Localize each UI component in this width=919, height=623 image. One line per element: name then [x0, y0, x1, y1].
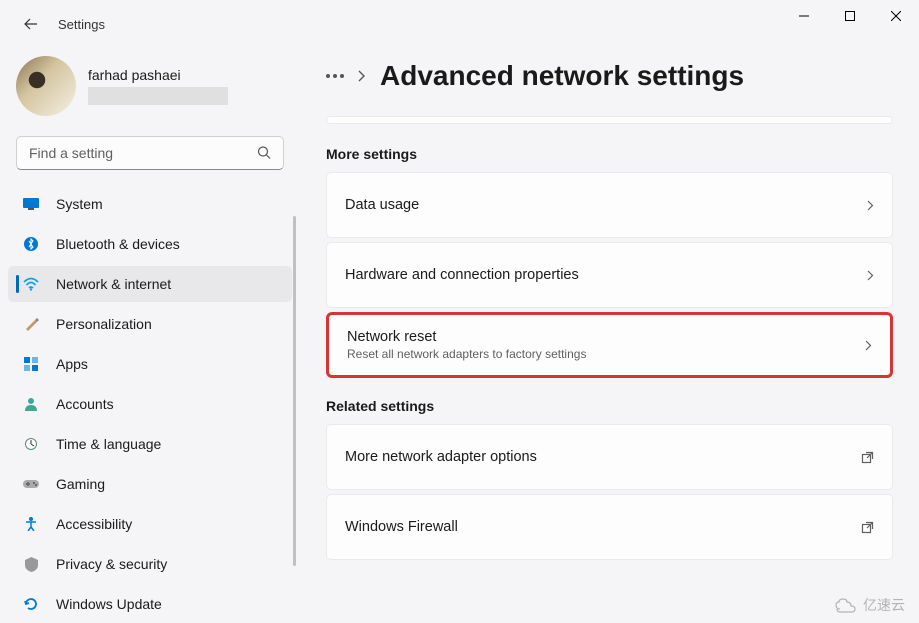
card-title: Data usage	[345, 197, 419, 213]
sidebar-item-gaming[interactable]: Gaming	[8, 466, 292, 502]
brush-icon	[22, 315, 40, 333]
update-icon	[22, 595, 40, 613]
card-title: More network adapter options	[345, 449, 537, 465]
arrow-left-icon	[23, 16, 39, 32]
watermark: 亿速云	[835, 595, 905, 615]
profile-email-placeholder	[88, 87, 228, 105]
avatar	[16, 56, 76, 116]
section-title-more: More settings	[326, 146, 893, 162]
card-windows-firewall[interactable]: Windows Firewall	[326, 494, 893, 560]
sidebar-item-time[interactable]: Time & language	[8, 426, 292, 462]
sidebar-item-accounts[interactable]: Accounts	[8, 386, 292, 422]
sidebar-item-label: Accounts	[56, 396, 114, 412]
profile-name: farhad pashaei	[88, 67, 284, 83]
sidebar-item-apps[interactable]: Apps	[8, 346, 292, 382]
card-title: Hardware and connection properties	[345, 267, 579, 283]
breadcrumb-more-button[interactable]	[326, 74, 344, 78]
card-partial-top	[326, 116, 893, 124]
card-network-reset[interactable]: Network reset Reset all network adapters…	[326, 312, 893, 378]
window-title: Settings	[58, 17, 105, 32]
card-subtitle: Reset all network adapters to factory se…	[347, 347, 586, 361]
close-icon	[891, 11, 901, 21]
sidebar-item-accessibility[interactable]: Accessibility	[8, 506, 292, 542]
card-title: Network reset	[347, 329, 586, 345]
maximize-button[interactable]	[827, 0, 873, 32]
breadcrumb: Advanced network settings	[326, 60, 893, 92]
card-hardware-properties[interactable]: Hardware and connection properties	[326, 242, 893, 308]
maximize-icon	[845, 11, 855, 21]
minimize-button[interactable]	[781, 0, 827, 32]
card-title: Windows Firewall	[345, 519, 458, 535]
sidebar-item-label: Bluetooth & devices	[56, 236, 180, 252]
chevron-right-icon	[358, 70, 366, 82]
close-button[interactable]	[873, 0, 919, 32]
clock-icon	[22, 435, 40, 453]
sidebar-item-label: Windows Update	[56, 596, 162, 612]
sidebar-item-privacy[interactable]: Privacy & security	[8, 546, 292, 582]
sidebar-item-label: System	[56, 196, 103, 212]
bluetooth-icon	[22, 235, 40, 253]
minimize-icon	[799, 11, 809, 21]
wifi-icon	[22, 275, 40, 293]
accessibility-icon	[22, 515, 40, 533]
apps-icon	[22, 355, 40, 373]
shield-icon	[22, 555, 40, 573]
search-input[interactable]	[16, 136, 284, 170]
sidebar-item-label: Time & language	[56, 436, 161, 452]
profile-section[interactable]: farhad pashaei	[8, 48, 292, 132]
sidebar-item-label: Apps	[56, 356, 88, 372]
sidebar: farhad pashaei System Bluetooth & device…	[0, 48, 300, 623]
system-icon	[22, 195, 40, 213]
sidebar-item-personalization[interactable]: Personalization	[8, 306, 292, 342]
section-title-related: Related settings	[326, 398, 893, 414]
external-link-icon	[861, 451, 874, 464]
nav-list: System Bluetooth & devices Network & int…	[8, 186, 292, 622]
back-button[interactable]	[16, 9, 46, 39]
external-link-icon	[861, 521, 874, 534]
sidebar-item-label: Personalization	[56, 316, 152, 332]
page-title: Advanced network settings	[380, 60, 744, 92]
chevron-right-icon	[867, 270, 874, 281]
chevron-right-icon	[867, 200, 874, 211]
main-content: Advanced network settings More settings …	[300, 48, 919, 623]
sidebar-item-label: Privacy & security	[56, 556, 167, 572]
card-adapter-options[interactable]: More network adapter options	[326, 424, 893, 490]
chevron-right-icon	[865, 340, 872, 351]
card-data-usage[interactable]: Data usage	[326, 172, 893, 238]
sidebar-item-update[interactable]: Windows Update	[8, 586, 292, 622]
cloud-icon	[835, 597, 857, 613]
sidebar-item-bluetooth[interactable]: Bluetooth & devices	[8, 226, 292, 262]
sidebar-item-network[interactable]: Network & internet	[8, 266, 292, 302]
sidebar-item-label: Gaming	[56, 476, 105, 492]
gamepad-icon	[22, 475, 40, 493]
sidebar-item-label: Accessibility	[56, 516, 132, 532]
sidebar-item-label: Network & internet	[56, 276, 171, 292]
sidebar-item-system[interactable]: System	[8, 186, 292, 222]
person-icon	[22, 395, 40, 413]
